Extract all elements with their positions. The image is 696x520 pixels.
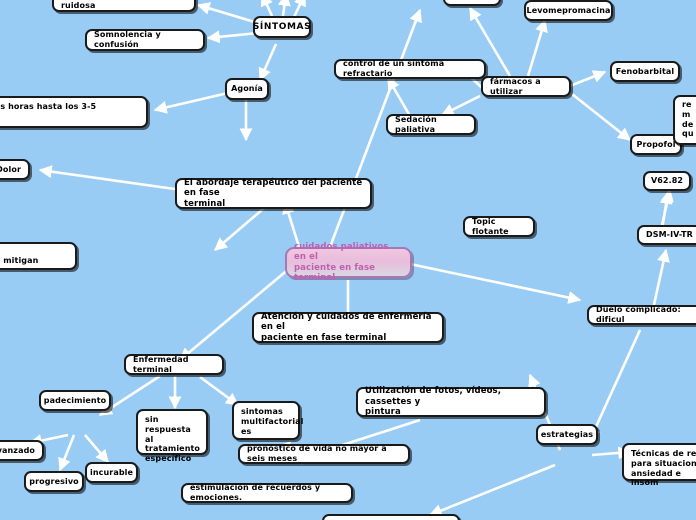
node-somnolencia[interactable]: Somnolencia y confusión <box>85 29 205 51</box>
node-incurable[interactable]: incurable <box>85 462 138 483</box>
node-label: fármacos a utilizar <box>490 76 541 96</box>
node-label: estimulación de recuerdos y emociones. <box>190 483 321 502</box>
node-padecimiento[interactable]: padecimiento <box>39 390 111 411</box>
node-center-cuidados-paliativos[interactable]: cuidados paliativos en el paciente en fa… <box>285 242 412 283</box>
node-label: Somnolencia y confusión <box>94 30 161 49</box>
node-farmacos-a-utilizar[interactable]: fármacos a utilizar <box>481 76 571 97</box>
node-re-m-de-qu[interactable]: re m de qu <box>673 95 696 145</box>
node-que-lo-mitigan[interactable]: que lo n y que lo mitigan <box>0 242 77 270</box>
node-agonia[interactable]: Agonía <box>225 78 269 100</box>
node-label: DSM-IV-TR <box>646 230 693 240</box>
node-bottom-clipped[interactable] <box>322 514 460 520</box>
node-label: cuidados paliativos en el paciente en fa… <box>294 241 389 283</box>
node-topic-flotante[interactable]: Topic flotante <box>463 216 535 237</box>
node-label: padecimiento <box>43 395 107 405</box>
node-label: re m de qu <box>682 100 694 139</box>
node-ultimas-horas[interactable]: últimas horas hasta los 3-5 días <box>0 96 148 128</box>
node-sin-respuesta[interactable]: sin respuesta al tratamiento específico <box>136 409 208 463</box>
node-fenobarbital[interactable]: Fenobarbital <box>610 61 680 82</box>
node-label: progresivo <box>29 476 79 486</box>
node-dolor[interactable]: Dolor <box>0 159 30 180</box>
node-duelo-complicado[interactable]: Duelo complicado: dificul <box>587 305 696 325</box>
node-label: El abordaje terapéutico del paciente en … <box>184 177 363 209</box>
node-dsm-iv-tr[interactable]: DSM-IV-TR <box>637 225 696 245</box>
node-control-sintoma-refractario[interactable]: control de un síntoma refractario <box>334 59 486 79</box>
node-sedacion-paliativa[interactable]: Sedación paliativa <box>386 114 476 135</box>
node-label: Agonía <box>231 84 263 94</box>
node-label: Utilización de fotos, vídeos, cassettes … <box>365 386 502 418</box>
node-label: Propofol <box>636 139 676 149</box>
node-estimulacion-recuerdos[interactable]: estimulación de recuerdos y emociones. <box>181 483 353 503</box>
node-label: Dolor <box>0 164 21 174</box>
node-label: sin respuesta al tratamiento específico <box>145 415 201 463</box>
node-label: V62.82 <box>650 176 684 186</box>
node-label: Estertores y respiración ruidosa <box>61 0 172 10</box>
node-atencion-cuidados-enfermeria[interactable]: Atención y cuidados de enfermería en el … <box>252 312 444 343</box>
node-label: que lo n y que lo mitigan <box>0 256 39 265</box>
node-progresivo[interactable]: progresivo <box>24 471 84 492</box>
node-label: Duelo complicado: dificul <box>596 305 681 324</box>
node-label: sintomas multifactorial es <box>241 407 304 436</box>
node-label: Topic flotante <box>472 216 509 236</box>
node-label: Sedación paliativa <box>395 114 437 134</box>
node-label: Levomepromacina <box>526 5 611 15</box>
node-label: estrategias <box>540 429 594 439</box>
node-label: incurable <box>90 467 134 477</box>
node-label: Fenobarbital <box>615 66 675 76</box>
node-clipped-top[interactable] <box>443 0 501 6</box>
node-tecnicas-relajacion[interactable]: Técnicas de relaj para situaciones ansie… <box>622 443 696 487</box>
node-label: últimas horas hasta los 3-5 días <box>0 102 97 112</box>
node-label: Atención y cuidados de enfermería en el … <box>261 311 432 343</box>
node-estrategias[interactable]: estrategias <box>536 424 598 445</box>
node-levomepromacina[interactable]: Levomepromacina <box>524 0 613 21</box>
mindmap-canvas[interactable]: SÍNTOMAS Estertores y respiración ruidos… <box>0 0 696 520</box>
node-label: Técnicas de relaj para situaciones ansie… <box>631 449 696 488</box>
node-label: Enfermedad terminal <box>133 354 189 374</box>
node-label: avanzado <box>0 445 35 455</box>
node-avanzado[interactable]: avanzado <box>0 440 44 461</box>
node-label: pronóstico de vida no mayor a seis meses <box>247 444 387 463</box>
node-sintomas[interactable]: SÍNTOMAS <box>253 16 311 38</box>
node-utilizacion-fotos[interactable]: Utilización de fotos, vídeos, cassettes … <box>356 386 546 418</box>
node-estertores[interactable]: Estertores y respiración ruidosa <box>52 0 196 12</box>
node-enfermedad-terminal[interactable]: Enfermedad terminal <box>124 354 224 375</box>
node-sintomas-multifactoriales[interactable]: sintomas multifactorial es <box>232 401 303 440</box>
node-label: control de un síntoma refractario <box>343 59 445 78</box>
node-v6282[interactable]: V62.82 <box>643 171 691 191</box>
node-pronostico-vida[interactable]: pronóstico de vida no mayor a seis meses <box>238 444 410 464</box>
node-abordaje-terapeutico[interactable]: El abordaje terapéutico del paciente en … <box>175 178 372 209</box>
node-label: SÍNTOMAS <box>252 21 312 32</box>
